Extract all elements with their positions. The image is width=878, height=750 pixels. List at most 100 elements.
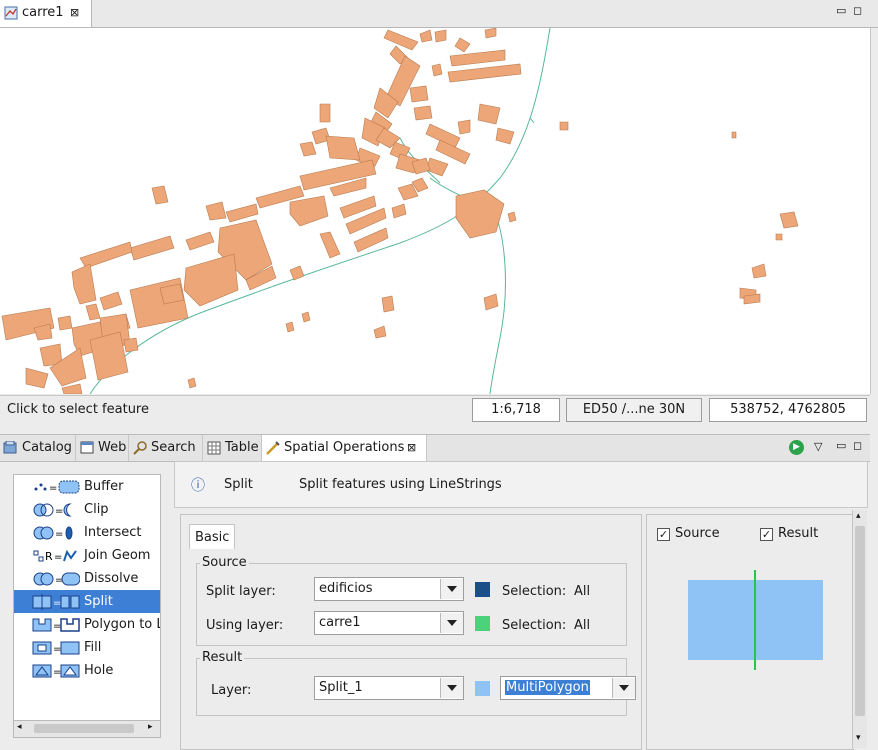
building-feature[interactable]	[447, 63, 522, 83]
map-drawing[interactable]	[0, 28, 870, 394]
building-feature[interactable]	[483, 293, 499, 311]
using-layer-combo[interactable]: carre1	[314, 611, 464, 635]
building-feature[interactable]	[129, 235, 175, 261]
building-feature[interactable]	[71, 263, 97, 305]
building-feature[interactable]	[409, 85, 429, 103]
building-feature[interactable]	[419, 29, 433, 43]
building-feature[interactable]	[779, 211, 799, 229]
building-feature[interactable]	[495, 127, 515, 145]
building-feature[interactable]	[289, 195, 329, 227]
building-feature[interactable]	[285, 321, 295, 333]
list-item-hole[interactable]: = Hole	[14, 659, 160, 682]
maximize-icon[interactable]: ◻	[853, 440, 862, 452]
tab-catalog[interactable]: Catalog	[0, 435, 76, 461]
building-feature[interactable]	[484, 28, 497, 39]
building-feature[interactable]	[743, 293, 761, 305]
building-feature[interactable]	[457, 119, 471, 135]
scroll-thumb[interactable]	[855, 526, 865, 716]
building-feature[interactable]	[434, 29, 447, 43]
tab-basic[interactable]: Basic	[189, 524, 235, 549]
list-item-polygon-to-line[interactable]: = Polygon to L	[14, 613, 160, 636]
tab-spatial-operations[interactable]: Spatial Operations ⊠	[262, 435, 427, 461]
scroll-down-icon[interactable]: ▾	[856, 733, 861, 743]
list-item-fill[interactable]: = Fill	[14, 636, 160, 659]
building-feature[interactable]	[85, 303, 101, 321]
building-feature[interactable]	[61, 383, 83, 394]
building-feature[interactable]	[205, 201, 227, 221]
close-icon[interactable]: ⊠	[407, 442, 416, 454]
building-feature[interactable]	[391, 203, 407, 219]
tab-web[interactable]: Web	[76, 435, 129, 461]
using-layer-color-swatch[interactable]	[475, 616, 490, 631]
building-feature[interactable]	[477, 103, 501, 125]
building-feature[interactable]	[775, 233, 783, 241]
scroll-thumb[interactable]	[34, 724, 134, 733]
scale-field[interactable]: 1:6,718	[472, 398, 560, 422]
maximize-icon[interactable]: ◻	[853, 5, 862, 17]
chevron-down-icon[interactable]	[612, 678, 635, 698]
tab-search[interactable]: Search	[129, 435, 203, 461]
building-feature[interactable]	[373, 325, 387, 339]
tab-table[interactable]: Table	[203, 435, 262, 461]
building-feature[interactable]	[431, 63, 443, 77]
close-icon[interactable]: ⊠	[70, 7, 79, 19]
building-feature[interactable]	[325, 135, 361, 161]
building-feature[interactable]	[225, 203, 259, 223]
scroll-right-icon[interactable]: ▸	[148, 722, 153, 732]
list-item-join-geom[interactable]: R = Join Geom	[14, 544, 160, 567]
chevron-down-icon[interactable]	[440, 579, 463, 599]
building-feature[interactable]	[319, 103, 331, 123]
minimize-icon[interactable]: ▭	[836, 440, 846, 452]
building-feature[interactable]	[507, 211, 517, 223]
view-menu-icon[interactable]: ▽	[814, 441, 822, 453]
building-feature[interactable]	[187, 377, 197, 389]
list-item-buffer[interactable]: = Buffer	[14, 475, 160, 498]
split-layer-combo[interactable]: edificios	[314, 577, 464, 601]
building-feature[interactable]	[79, 241, 133, 269]
building-feature[interactable]	[381, 295, 395, 313]
building-feature[interactable]	[185, 231, 215, 251]
building-feature[interactable]	[319, 231, 341, 259]
building-feature[interactable]	[289, 265, 305, 281]
building-feature[interactable]	[413, 105, 433, 121]
map-canvas[interactable]	[0, 28, 871, 394]
building-feature[interactable]	[151, 185, 169, 205]
chevron-down-icon[interactable]	[440, 678, 463, 698]
result-checkbox[interactable]: ✓	[760, 528, 773, 541]
building-feature[interactable]	[301, 311, 311, 323]
building-feature[interactable]	[383, 29, 419, 51]
building-feature[interactable]	[25, 367, 49, 389]
building-feature[interactable]	[123, 337, 139, 353]
list-item-dissolve[interactable]: = Dissolve	[14, 567, 160, 590]
scroll-left-icon[interactable]: ◂	[17, 722, 22, 732]
result-layer-combo[interactable]: Split_1	[314, 676, 464, 700]
list-item-split[interactable]: = Split	[14, 590, 160, 613]
list-item-intersect[interactable]: = Intersect	[14, 521, 160, 544]
chevron-down-icon[interactable]	[440, 613, 463, 633]
building-feature[interactable]	[183, 253, 239, 307]
building-feature[interactable]	[449, 49, 506, 67]
building-feature[interactable]	[99, 291, 123, 311]
building-feature[interactable]	[731, 131, 737, 139]
settings-vertical-scrollbar[interactable]: ▴ ▾	[852, 510, 867, 748]
building-features[interactable]	[1, 28, 799, 394]
result-color-swatch[interactable]	[475, 681, 490, 696]
run-icon[interactable]: ▶	[789, 440, 804, 455]
list-item-clip[interactable]: = Clip	[14, 498, 160, 521]
split-layer-color-swatch[interactable]	[475, 582, 490, 597]
source-checkbox[interactable]: ✓	[657, 528, 670, 541]
building-feature[interactable]	[559, 121, 569, 131]
geometry-type-combo[interactable]: MultiPolygon	[500, 676, 636, 700]
building-feature[interactable]	[299, 141, 317, 157]
building-feature[interactable]	[57, 315, 73, 331]
scroll-up-icon[interactable]: ▴	[856, 511, 861, 521]
editor-tab-carre1[interactable]: carre1 ⊠	[0, 0, 92, 27]
building-feature[interactable]	[159, 283, 185, 305]
building-feature[interactable]	[455, 189, 505, 239]
building-feature[interactable]	[751, 263, 767, 279]
operations-list[interactable]: = Buffer = Clip = Intersect R = Join Geom…	[13, 474, 161, 722]
building-feature[interactable]	[454, 37, 471, 53]
crs-button[interactable]: ED50 /...ne 30N	[566, 398, 702, 422]
list-horizontal-scrollbar[interactable]: ◂ ▸	[13, 720, 161, 738]
minimize-icon[interactable]: ▭	[836, 5, 846, 17]
